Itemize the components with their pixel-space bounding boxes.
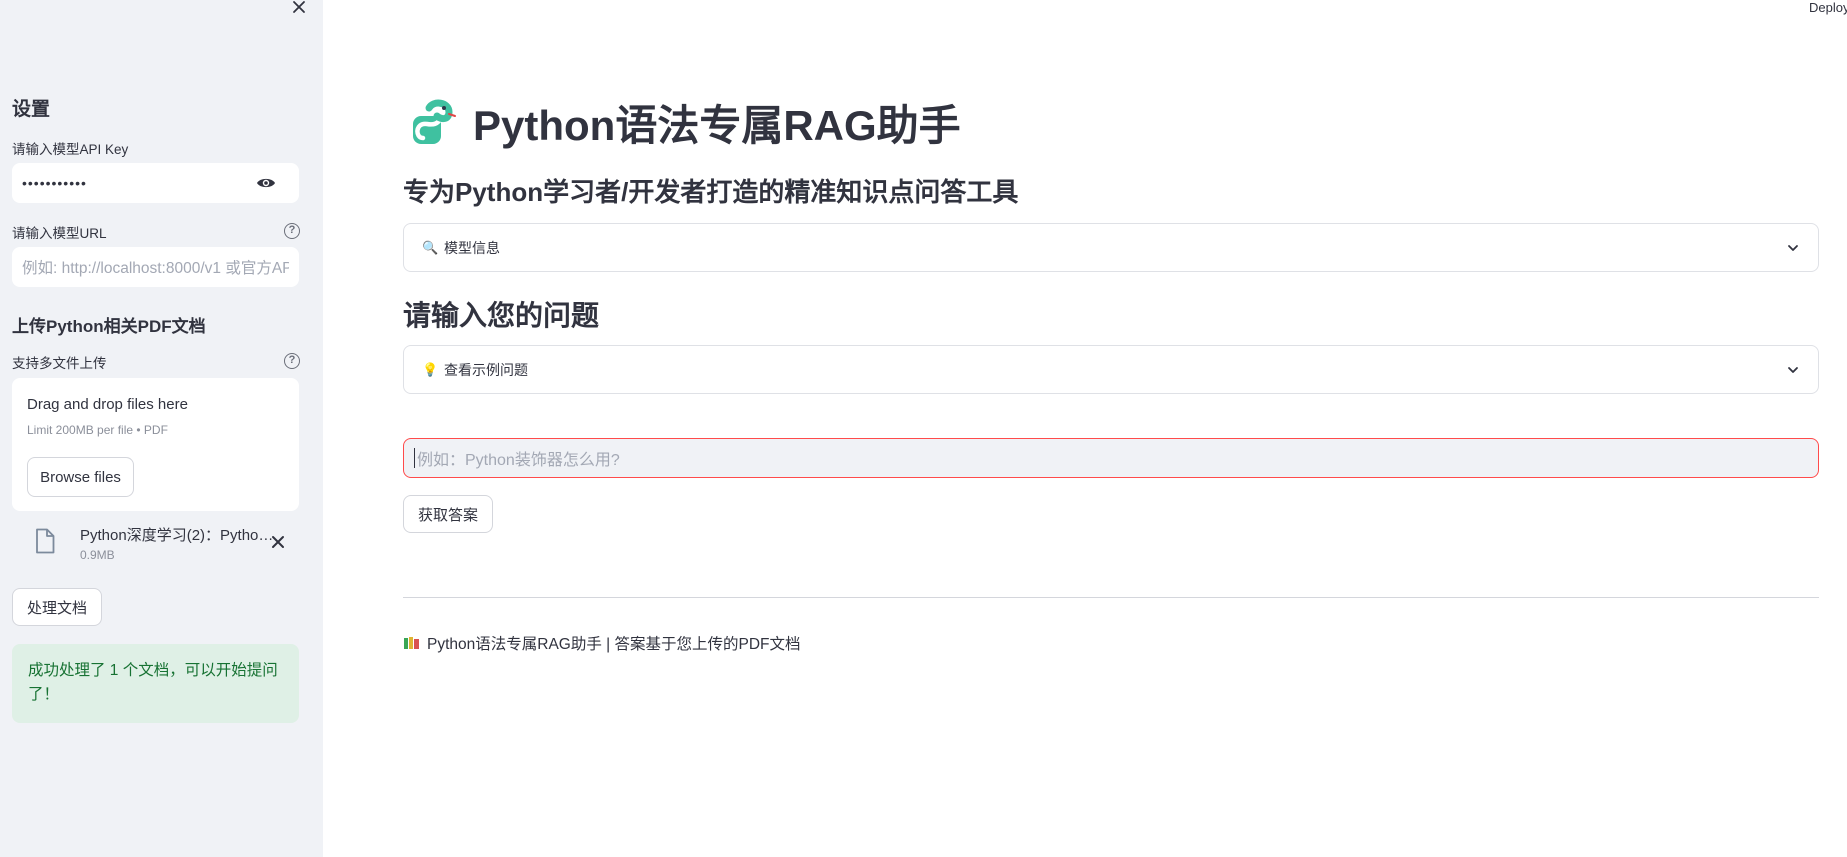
model-info-expander[interactable]: 🔍 模型信息 xyxy=(403,223,1819,272)
page-title-text: Python语法专属RAG助手 xyxy=(473,102,961,149)
api-key-label: 请输入模型API Key xyxy=(12,142,129,157)
question-heading: 请输入您的问题 xyxy=(403,300,600,331)
api-key-value: ••••••••••• xyxy=(22,175,87,191)
lightbulb-icon: 💡 xyxy=(422,361,439,377)
remove-file-icon[interactable] xyxy=(268,532,288,552)
dropzone-title: Drag and drop files here xyxy=(27,396,188,413)
sidebar-title: 设置 xyxy=(12,99,51,120)
success-alert: 成功处理了 1 个文档，可以开始提问了！ xyxy=(12,644,299,723)
upload-label: 支持多文件上传 xyxy=(12,356,107,371)
close-sidebar-icon[interactable] xyxy=(288,0,310,16)
dropzone-limit: Limit 200MB per file • PDF xyxy=(27,423,168,437)
page-title: Python语法专属RAG助手 xyxy=(409,92,961,153)
chevron-down-icon xyxy=(1786,363,1800,377)
magnifier-icon: 🔍 xyxy=(422,239,439,255)
question-input[interactable]: 例如：Python装饰器怎么用? xyxy=(403,438,1819,478)
eye-icon[interactable] xyxy=(255,172,277,194)
page-subtitle: 专为Python学习者/开发者打造的精准知识点问答工具 xyxy=(403,177,1019,207)
footer-text: Python语法专属RAG助手 | 答案基于您上传的PDF文档 xyxy=(427,636,801,653)
api-key-input[interactable]: ••••••••••• xyxy=(12,163,299,203)
file-icon xyxy=(34,528,56,554)
divider xyxy=(403,597,1819,598)
example-questions-label: 查看示例问题 xyxy=(444,361,528,378)
model-url-placeholder: 例如: http://localhost:8000/v1 或官方API xyxy=(22,260,289,277)
model-url-input[interactable]: 例如: http://localhost:8000/v1 或官方API xyxy=(12,247,299,287)
file-name: Python深度学习(2)：Python深度学习 xyxy=(80,527,276,544)
books-icon xyxy=(403,636,421,650)
footer: Python语法专属RAG助手 | 答案基于您上传的PDF文档 xyxy=(403,632,801,654)
file-size: 0.9MB xyxy=(80,548,115,562)
example-questions-expander[interactable]: 💡 查看示例问题 xyxy=(403,345,1819,394)
text-caret xyxy=(414,448,415,468)
uploaded-file-item: Python深度学习(2)：Python深度学习 0.9MB xyxy=(12,518,299,566)
get-answer-button[interactable]: 获取答案 xyxy=(403,495,493,533)
help-icon[interactable]: ? xyxy=(284,353,300,369)
sidebar: 设置 请输入模型API Key ••••••••••• 请输入模型URL ? 例… xyxy=(0,0,323,857)
upload-heading: 上传Python相关PDF文档 xyxy=(12,317,206,336)
model-url-label: 请输入模型URL xyxy=(12,226,107,241)
chevron-down-icon xyxy=(1786,241,1800,255)
process-documents-button[interactable]: 处理文档 xyxy=(12,588,102,626)
file-dropzone[interactable]: Drag and drop files here Limit 200MB per… xyxy=(12,378,299,511)
deploy-button[interactable]: Deploy xyxy=(1809,0,1847,15)
help-icon[interactable]: ? xyxy=(284,223,300,239)
question-placeholder: 例如：Python装饰器怎么用? xyxy=(417,452,620,469)
model-info-label: 模型信息 xyxy=(444,239,500,256)
snake-logo-icon xyxy=(409,98,459,148)
browse-files-button[interactable]: Browse files xyxy=(27,457,134,497)
